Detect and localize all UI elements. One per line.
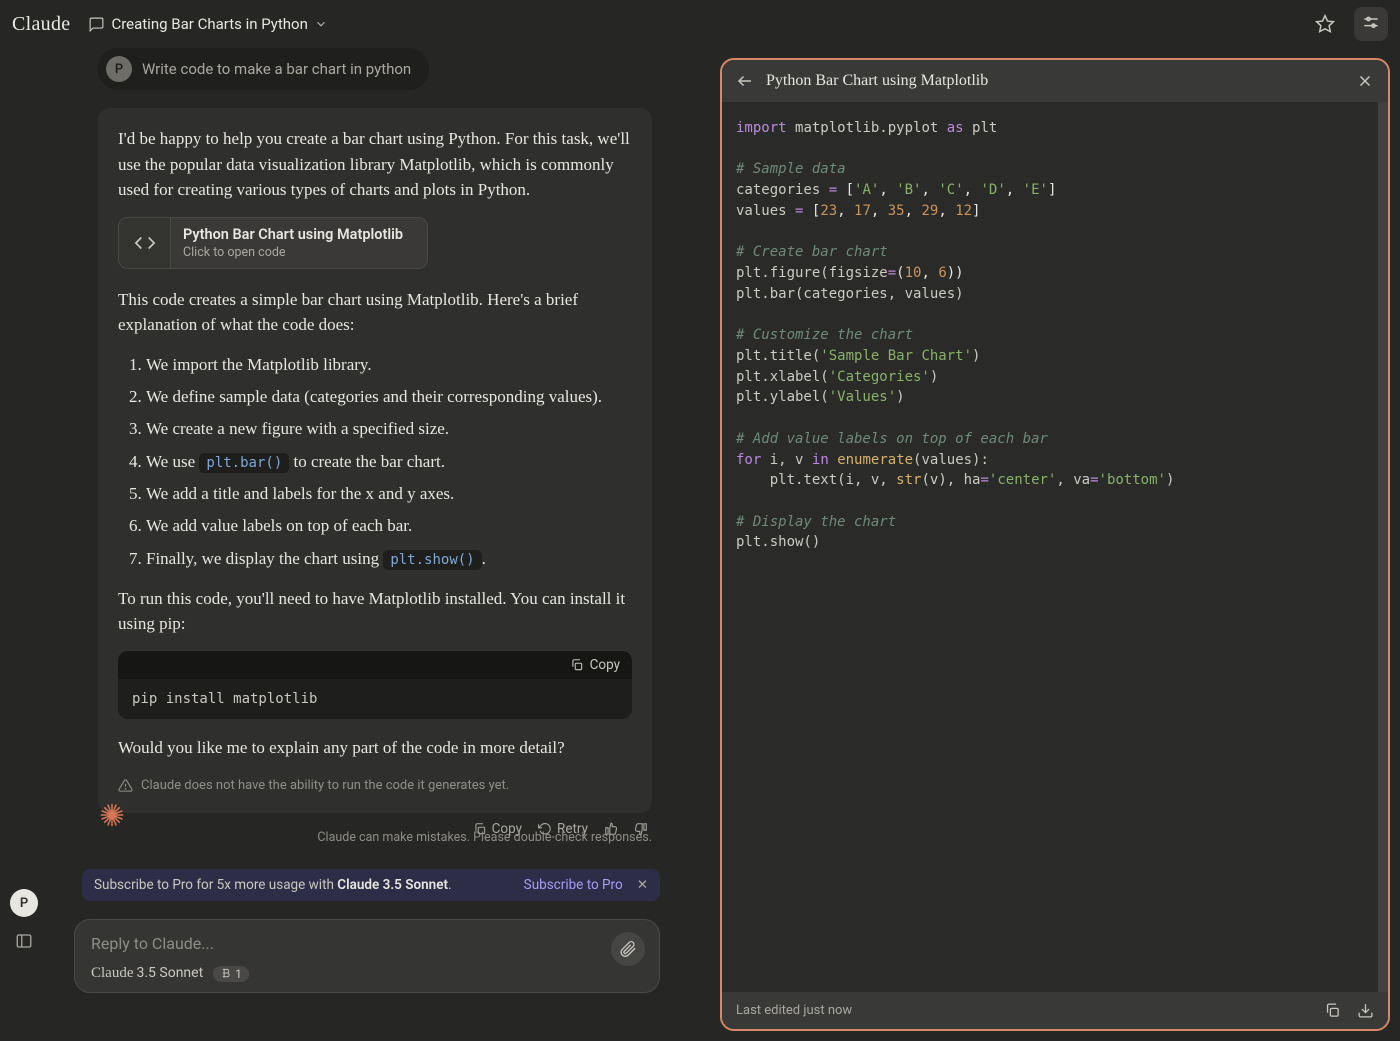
conversation-pane: P Write code to make a bar chart in pyth… [0,48,700,1041]
top-bar: Claude Creating Bar Charts in Python [0,0,1400,48]
claude-burst-logo [98,801,126,829]
star-button[interactable] [1308,7,1342,41]
chevron-down-icon [314,17,328,31]
download-artifact-button[interactable] [1357,1002,1374,1019]
paperclip-icon [619,940,637,958]
sidebar-icon [15,932,33,950]
settings-button[interactable] [1354,7,1388,41]
brand-logo[interactable]: Claude [12,13,70,36]
artifact-chip-title: Python Bar Chart using Matplotlib [183,226,403,243]
copy-button[interactable]: Copy [570,657,620,673]
toggle-sidebar-button[interactable] [10,927,38,955]
artifact-title: Python Bar Chart using Matplotlib [766,72,988,90]
install-intro: To run this code, you'll need to have Ma… [118,586,632,637]
user-message: P Write code to make a bar chart in pyth… [98,48,429,90]
artifact-chip[interactable]: Python Bar Chart using Matplotlib Click … [118,217,428,269]
install-command: pip install matplotlib [118,679,632,719]
model-name[interactable]: Claude3.5 Sonnet [91,965,203,982]
warning-row: Claude does not have the ability to run … [118,774,632,797]
star-icon [1315,14,1335,34]
list-item: We use plt.bar() to create the bar chart… [146,449,632,475]
copy-artifact-button[interactable] [1324,1002,1341,1019]
warning-text: Claude does not have the ability to run … [141,778,509,793]
reply-input[interactable]: Reply to Claude... Claude3.5 Sonnet 1 [74,919,660,993]
explanation-list: We import the Matplotlib library. We def… [118,352,632,572]
user-avatar: P [106,56,132,82]
explain-intro: This code creates a simple bar chart usi… [118,287,632,338]
list-item: We add a title and labels for the x and … [146,481,632,507]
disclaimer-text: Claude can make mistakes. Please double-… [317,830,652,845]
artifact-header: Python Bar Chart using Matplotlib [722,60,1388,102]
chat-title-text: Creating Bar Charts in Python [111,15,307,33]
chat-icon [88,16,105,33]
assistant-intro: I'd be happy to help you create a bar ch… [118,126,632,203]
artifact-code[interactable]: import matplotlib.pyplot as plt # Sample… [722,102,1388,992]
artifact-panel: Python Bar Chart using Matplotlib import… [720,58,1390,1031]
warning-icon [118,778,133,793]
assistant-message: I'd be happy to help you create a bar ch… [98,108,652,813]
code-block: Copy pip install matplotlib [118,651,632,719]
artifact-timestamp: Last edited just now [736,1003,852,1018]
reply-placeholder: Reply to Claude... [91,934,643,953]
subscribe-link[interactable]: Subscribe to Pro [524,877,623,893]
close-icon[interactable] [1356,72,1374,90]
list-item: We create a new figure with a specified … [146,416,632,442]
inline-code: plt.show() [383,550,481,570]
profile-avatar[interactable]: P [10,889,38,917]
artifact-footer: Last edited just now [722,992,1388,1029]
list-item: Finally, we display the chart using plt.… [146,546,632,572]
artifact-chip-subtitle: Click to open code [183,245,403,260]
closing-question: Would you like me to explain any part of… [118,735,632,761]
code-icon [134,232,156,254]
attach-button[interactable] [611,932,645,966]
inline-code: plt.bar() [199,453,289,473]
list-item: We import the Matplotlib library. [146,352,632,378]
chat-title-dropdown[interactable]: Creating Bar Charts in Python [88,15,327,33]
user-message-text: Write code to make a bar chart in python [142,60,411,78]
sliders-icon [1361,14,1381,34]
list-item: We define sample data (categories and th… [146,384,632,410]
back-icon[interactable] [736,72,754,90]
usage-badge[interactable]: 1 [213,966,249,982]
subscribe-banner: Subscribe to Pro for 5x more usage with … [82,869,660,901]
close-banner-button[interactable]: ✕ [637,877,648,893]
copy-icon [570,658,584,672]
list-item: We add value labels on top of each bar. [146,513,632,539]
